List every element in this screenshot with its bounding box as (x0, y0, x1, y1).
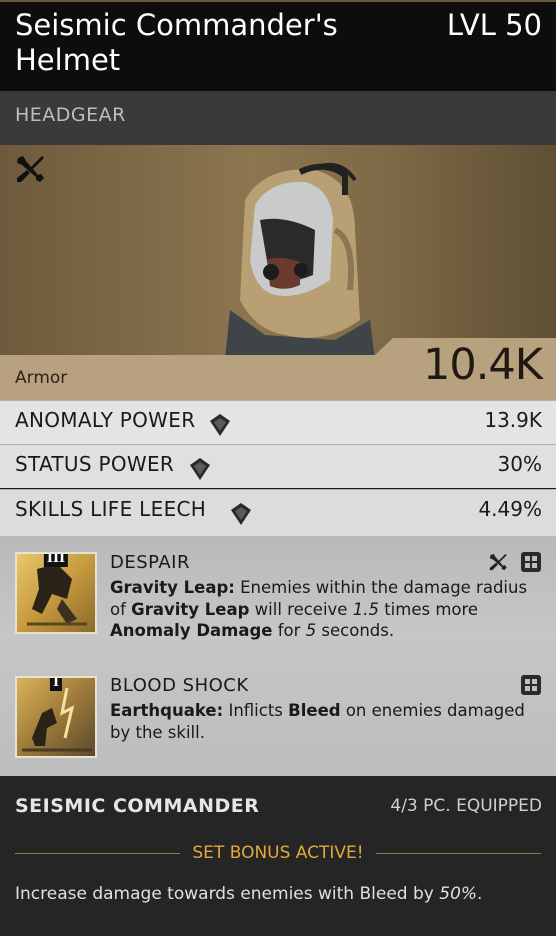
gem-icon (210, 414, 230, 436)
mod-name: BLOOD SHOCK (110, 675, 249, 696)
mod-icon-blood-shock[interactable]: I (15, 676, 97, 758)
mod-name: DESPAIR (110, 552, 190, 573)
stat-value: 13.9K (484, 408, 542, 432)
item-name: Seismic Commander's Helmet (15, 8, 338, 77)
stat-row: ANOMALY POWER 13.9K (0, 400, 556, 444)
helmet-image (225, 163, 375, 360)
item-slot: HEADGEAR (15, 104, 126, 126)
grid-icon (521, 552, 541, 572)
mod-description: Earthquake: Inflicts Bleed on enemies da… (110, 701, 525, 742)
craft-tools-icon (489, 553, 507, 571)
grid-icon (521, 675, 541, 695)
craft-tools-icon (17, 156, 44, 182)
mod-tier: I (49, 678, 63, 691)
gem-icon (231, 503, 251, 525)
item-level: LVL 50 (446, 8, 542, 42)
armor-value: 10.4K (423, 340, 543, 390)
set-bonus-status: SET BONUS ACTIVE! (192, 843, 364, 863)
stat-name: SKILLS LIFE LEECH (15, 497, 207, 521)
set-name: SEISMIC COMMANDER (15, 795, 260, 817)
stat-row: SKILLS LIFE LEECH 4.49% (0, 489, 556, 536)
stat-value: 30% (497, 452, 542, 476)
stat-name: STATUS POWER (15, 452, 175, 476)
set-bonus-description: Increase damage towards enemies with Ble… (15, 884, 483, 904)
stat-row: STATUS POWER 30% (0, 444, 556, 488)
stat-name: ANOMALY POWER (15, 408, 196, 432)
stat-value: 4.49% (478, 497, 542, 521)
mod-description: Gravity Leap: Enemies within the damage … (110, 578, 528, 640)
gem-icon (190, 458, 210, 480)
mod-icon-despair[interactable]: III (15, 552, 97, 634)
set-equipped-count: 4/3 PC. EQUIPPED (390, 796, 542, 816)
mod-tier: III (43, 554, 69, 567)
armor-label: Armor (15, 368, 68, 388)
item-tooltip: Seismic Commander's Helmet LVL 50 HEADGE… (0, 0, 556, 936)
